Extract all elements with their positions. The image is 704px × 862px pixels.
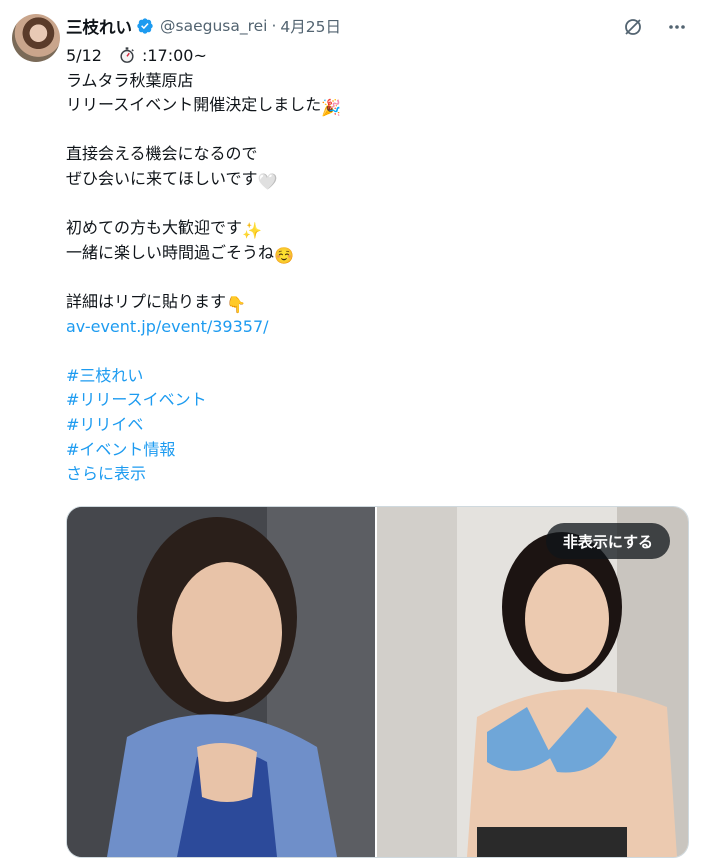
media-photo[interactable]: 非表示にする — [377, 507, 688, 857]
text-segment: ラムタラ秋葉原店 — [66, 70, 194, 90]
stopwatch-icon — [120, 47, 134, 63]
show-more-link[interactable]: さらに表示 — [66, 464, 146, 483]
text-line: ラムタラ秋葉原店 — [66, 69, 676, 94]
sparkles-icon: ✨ — [242, 221, 262, 241]
hashtag-link[interactable]: #三枝れい — [66, 366, 143, 385]
pointing-down-icon: 👇 — [226, 294, 246, 314]
separator-dot: · — [271, 17, 277, 35]
text-line: 詳細はリプに貼ります👇 — [66, 290, 676, 315]
tweet-text: 5/12 :17:00~ ラムタラ秋葉原店 リリースイベント開催決定しました🎉 直… — [66, 44, 676, 487]
text-segment: :17:00~ — [141, 46, 207, 65]
text-segment: 直接会える機会になるので — [66, 144, 258, 164]
text-segment: ぜひ会いに来てほしいです — [66, 168, 258, 188]
white-heart-icon: 🤍 — [257, 171, 278, 191]
text-line: 5/12 :17:00~ — [66, 44, 676, 69]
text-line: 一緒に楽しい時間過ごそうね☺️ — [66, 241, 676, 266]
text-segment: 一緒に楽しい時間過ごそうね — [66, 242, 275, 262]
hashtag-link[interactable]: #リリースイベント — [66, 390, 207, 409]
text-segment: リリースイベント開催決定しました — [66, 95, 322, 115]
hashtag-link[interactable]: #イベント情報 — [66, 440, 175, 459]
show-more-line: さらに表示 — [66, 462, 676, 487]
hide-media-button[interactable]: 非表示にする — [545, 523, 670, 559]
photo-placeholder — [377, 507, 688, 857]
tweet-header: 三枝れい @saegusa_rei · 4月25日 — [66, 14, 341, 38]
event-link[interactable]: av-event.jp/event/39357/ — [66, 317, 269, 336]
verified-badge-icon[interactable] — [136, 17, 154, 35]
text-line: 初めての方も大歓迎です✨ — [66, 216, 676, 241]
text-line: ぜひ会いに来てほしいです🤍 — [66, 167, 676, 192]
media-photo[interactable] — [67, 507, 375, 857]
party-popper-icon: 🎉 — [321, 98, 342, 118]
text-line: 直接会える機会になるので — [66, 142, 676, 167]
grok-icon[interactable] — [622, 16, 644, 38]
text-segment: 5/12 — [66, 46, 102, 65]
tweet-actions-top — [622, 16, 688, 38]
author-name[interactable]: 三枝れい — [66, 14, 132, 38]
smiling-face-icon: ☺️ — [274, 245, 294, 265]
more-icon[interactable] — [666, 16, 688, 38]
hashtag-line: #イベント情報 — [66, 438, 676, 463]
tweet-date[interactable]: 4月25日 — [280, 15, 341, 37]
hashtag-line: #三枝れい — [66, 364, 676, 389]
text-segment: 詳細はリプに貼ります — [66, 291, 227, 311]
hashtag-line: #リリイベ — [66, 413, 676, 438]
photo-placeholder — [67, 507, 375, 857]
hashtag-line: #リリースイベント — [66, 388, 676, 413]
text-line: リリースイベント開催決定しました🎉 — [66, 93, 676, 118]
avatar[interactable] — [12, 14, 60, 62]
text-segment: 初めての方も大歓迎です — [66, 218, 243, 238]
author-handle[interactable]: @saegusa_rei — [160, 17, 267, 35]
hashtag-link[interactable]: #リリイベ — [66, 415, 143, 434]
event-link-line: av-event.jp/event/39357/ — [66, 315, 676, 340]
media-grid: 非表示にする — [66, 506, 689, 858]
